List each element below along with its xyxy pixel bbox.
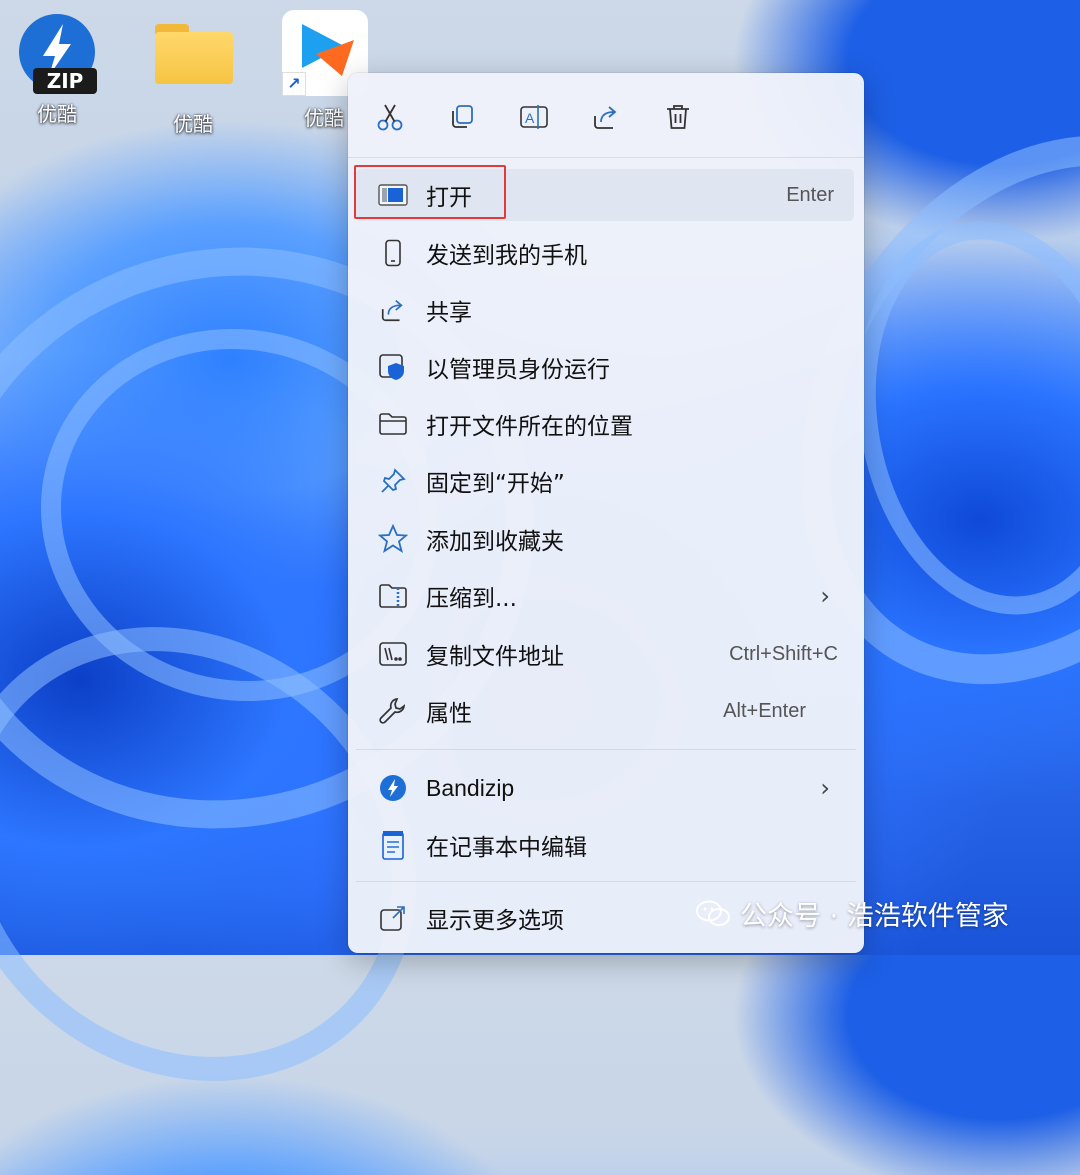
share-icon: [381, 300, 403, 322]
submenu-chevron-icon: ›: [820, 582, 830, 610]
svg-text:A: A: [525, 110, 535, 126]
pin-icon: [381, 468, 406, 493]
menu-item-open-file-location[interactable]: 打开文件所在的位置: [356, 398, 854, 450]
admin-shield-icon: [379, 354, 404, 380]
desktop-icon-folder[interactable]: 优酷: [148, 14, 238, 137]
shortcut-arrow-icon: ↗: [282, 72, 306, 96]
desktop-icon-bandizip[interactable]: ZIP 优酷: [12, 14, 102, 127]
desktop-icon-label: 优酷: [37, 102, 77, 126]
cut-button[interactable]: [368, 95, 412, 139]
menu-item-run-as-admin[interactable]: 以管理员身份运行: [356, 341, 854, 393]
folder-icon: [155, 24, 233, 84]
toolbar-separator: [348, 157, 864, 158]
menu-item-label: Bandizip: [426, 774, 515, 801]
menu-item-label: 在记事本中编辑: [426, 835, 587, 861]
menu-item-label: 固定到“开始”: [426, 471, 565, 497]
context-menu: A 打开 Enter 发送到我的手机 共享 以管理员身份运行 打开文件所在的位置…: [348, 73, 864, 953]
menu-item-label: 属性: [426, 701, 472, 727]
bandizip-icon: [380, 775, 406, 801]
bandizip-zip-icon: ZIP: [19, 14, 97, 94]
wallpaper-swirl: [827, 199, 1080, 637]
copy-path-icon: [379, 642, 407, 666]
more-options-icon: [380, 906, 405, 931]
menu-item-compress-to[interactable]: 压缩到... ›: [356, 570, 854, 622]
delete-button[interactable]: [656, 95, 700, 139]
context-menu-toolbar: A: [348, 73, 864, 157]
menu-item-label: 压缩到...: [426, 586, 517, 612]
zip-folder-icon: [379, 584, 407, 608]
menu-item-add-to-favorites[interactable]: 添加到收藏夹: [356, 513, 854, 565]
cut-icon: [377, 104, 403, 131]
menu-divider: [356, 881, 856, 882]
share-button[interactable]: [584, 95, 628, 139]
menu-item-copy-file-path[interactable]: 复制文件地址 Ctrl+Shift+C: [356, 628, 854, 680]
menu-item-shortcut: Alt+Enter: [723, 699, 806, 722]
submenu-chevron-icon: ›: [820, 774, 830, 802]
copy-button[interactable]: [440, 95, 484, 139]
menu-item-label: 以管理员身份运行: [426, 357, 610, 383]
rename-button[interactable]: A: [512, 95, 556, 139]
notepad-icon: [382, 831, 404, 860]
menu-item-shortcut: Enter: [786, 183, 834, 206]
menu-item-send-to-phone[interactable]: 发送到我的手机: [356, 227, 854, 279]
rename-icon: A: [520, 105, 548, 129]
phone-icon: [385, 239, 401, 267]
wrench-icon: [379, 698, 406, 724]
menu-item-properties[interactable]: 属性 Alt+Enter: [356, 685, 854, 737]
menu-item-pin-to-start[interactable]: 固定到“开始”: [356, 455, 854, 507]
menu-item-share[interactable]: 共享: [356, 284, 854, 336]
red-highlight-box: [354, 165, 506, 219]
menu-item-label: 打开文件所在的位置: [426, 414, 633, 440]
watermark: 公众号 · 浩浩软件管家: [696, 894, 1009, 933]
menu-item-label: 发送到我的手机: [426, 243, 587, 269]
menu-item-label: 添加到收藏夹: [426, 529, 564, 555]
menu-item-label: 复制文件地址: [426, 644, 564, 670]
share-icon: [594, 106, 617, 129]
delete-icon: [667, 105, 689, 129]
menu-item-shortcut: Ctrl+Shift+C: [729, 642, 838, 665]
zip-badge: ZIP: [33, 68, 97, 94]
folder-outline-icon: [379, 413, 407, 435]
watermark-text: 公众号 · 浩浩软件管家: [740, 901, 1009, 932]
menu-item-bandizip[interactable]: Bandizip ›: [356, 762, 854, 814]
menu-item-edit-in-notepad[interactable]: 在记事本中编辑: [356, 819, 854, 871]
wechat-icon: [696, 900, 730, 928]
menu-divider: [356, 749, 856, 750]
star-icon: [378, 524, 408, 554]
desktop-icon-label: 优酷: [173, 112, 213, 136]
copy-icon: [452, 105, 473, 128]
menu-item-label: 共享: [426, 300, 472, 326]
